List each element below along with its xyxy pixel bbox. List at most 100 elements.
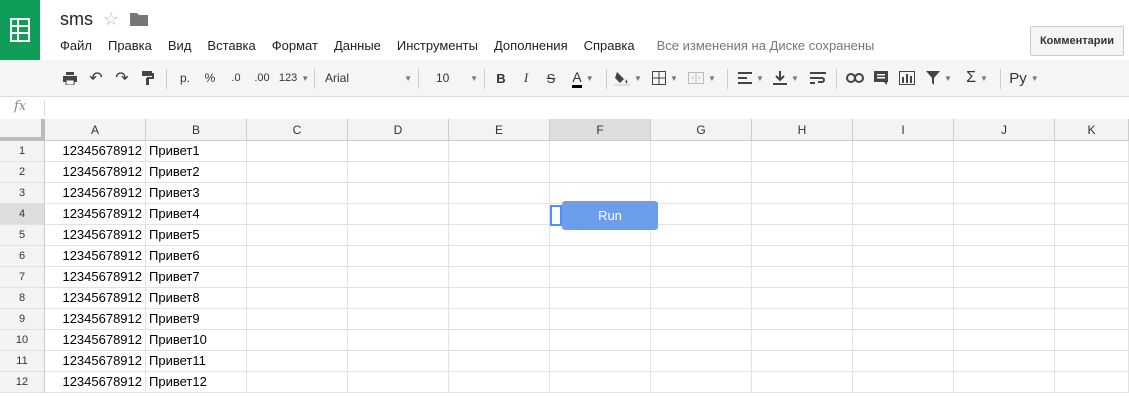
run-button[interactable]: Run [562,201,658,230]
cell-e9[interactable] [449,309,550,330]
column-header-f[interactable]: F [550,119,651,141]
cell-g5[interactable] [651,225,752,246]
formula-input[interactable] [50,97,1120,119]
menu-help[interactable]: Справка [584,38,635,53]
number-format-dropdown[interactable]: 123 ▼ [276,66,312,90]
cell-b10[interactable]: Привет10 [146,330,247,351]
row-header[interactable]: 10 [0,330,45,351]
column-header-b[interactable]: B [146,119,247,141]
folder-icon[interactable] [130,12,148,31]
cell-d6[interactable] [348,246,449,267]
filter-icon[interactable]: ▼ [922,66,956,90]
cell-c6[interactable] [247,246,348,267]
menu-data[interactable]: Данные [334,38,381,53]
decrease-decimals-button[interactable]: .0 [225,66,247,90]
cell-b6[interactable]: Привет6 [146,246,247,267]
cell-k5[interactable] [1055,225,1129,246]
cell-c4[interactable] [247,204,348,225]
cell-j11[interactable] [954,351,1055,372]
row-header[interactable]: 4 [0,204,45,225]
cell-e7[interactable] [449,267,550,288]
row-header[interactable]: 8 [0,288,45,309]
cell-g2[interactable] [651,162,752,183]
row-header[interactable]: 5 [0,225,45,246]
cell-d11[interactable] [348,351,449,372]
cell-e12[interactable] [449,372,550,393]
cell-i4[interactable] [853,204,954,225]
document-title[interactable]: sms [60,9,93,30]
column-header-j[interactable]: J [954,119,1055,141]
column-header-h[interactable]: H [752,119,853,141]
cell-c12[interactable] [247,372,348,393]
selected-cell-f4[interactable] [550,205,562,226]
cell-c7[interactable] [247,267,348,288]
cell-k2[interactable] [1055,162,1129,183]
row-header[interactable]: 11 [0,351,45,372]
vertical-align-icon[interactable]: ▼ [770,66,802,90]
cell-e10[interactable] [449,330,550,351]
row-header[interactable]: 1 [0,141,45,162]
cell-c1[interactable] [247,141,348,162]
cell-b11[interactable]: Привет11 [146,351,247,372]
cell-b3[interactable]: Привет3 [146,183,247,204]
cell-i9[interactable] [853,309,954,330]
cell-e8[interactable] [449,288,550,309]
row-header[interactable]: 2 [0,162,45,183]
percent-format-button[interactable]: % [200,66,220,90]
cell-g11[interactable] [651,351,752,372]
chart-icon[interactable] [896,66,918,90]
cell-k4[interactable] [1055,204,1129,225]
cell-h1[interactable] [752,141,853,162]
cell-h3[interactable] [752,183,853,204]
cell-i12[interactable] [853,372,954,393]
cell-j12[interactable] [954,372,1055,393]
column-header-d[interactable]: D [348,119,449,141]
cell-h4[interactable] [752,204,853,225]
cell-a10[interactable]: 12345678912 [45,330,146,351]
column-header-k[interactable]: K [1055,119,1129,141]
cell-k7[interactable] [1055,267,1129,288]
cell-e3[interactable] [449,183,550,204]
cell-e5[interactable] [449,225,550,246]
cell-c2[interactable] [247,162,348,183]
align-left-icon[interactable]: ▼ [735,66,767,90]
menu-edit[interactable]: Правка [108,38,152,53]
row-header[interactable]: 3 [0,183,45,204]
cell-d3[interactable] [348,183,449,204]
currency-format-button[interactable]: р. [175,66,195,90]
row-header[interactable]: 9 [0,309,45,330]
cell-i6[interactable] [853,246,954,267]
cell-f8[interactable] [550,288,651,309]
cell-h2[interactable] [752,162,853,183]
row-header[interactable]: 6 [0,246,45,267]
cell-f6[interactable] [550,246,651,267]
merge-cells-icon[interactable]: ▼ [685,66,719,90]
cell-i7[interactable] [853,267,954,288]
cell-f1[interactable] [550,141,651,162]
cell-d8[interactable] [348,288,449,309]
font-size-dropdown[interactable]: 10 ▼ [426,66,478,90]
cell-a6[interactable]: 12345678912 [45,246,146,267]
cell-a2[interactable]: 12345678912 [45,162,146,183]
column-header-e[interactable]: E [449,119,550,141]
save-status[interactable]: Все изменения на Диске сохранены [657,38,875,53]
cell-h6[interactable] [752,246,853,267]
cell-j3[interactable] [954,183,1055,204]
cell-c5[interactable] [247,225,348,246]
cell-h10[interactable] [752,330,853,351]
menu-addons[interactable]: Дополнения [494,38,568,53]
menu-file[interactable]: Файл [60,38,92,53]
cell-e2[interactable] [449,162,550,183]
cell-j2[interactable] [954,162,1055,183]
cell-d12[interactable] [348,372,449,393]
cell-j6[interactable] [954,246,1055,267]
cell-h5[interactable] [752,225,853,246]
comments-button[interactable]: Комментарии [1030,26,1124,56]
cell-g9[interactable] [651,309,752,330]
cell-i5[interactable] [853,225,954,246]
cell-d2[interactable] [348,162,449,183]
text-wrap-icon[interactable] [806,66,830,90]
cell-j1[interactable] [954,141,1055,162]
cell-d4[interactable] [348,204,449,225]
paint-format-icon[interactable] [138,66,158,90]
